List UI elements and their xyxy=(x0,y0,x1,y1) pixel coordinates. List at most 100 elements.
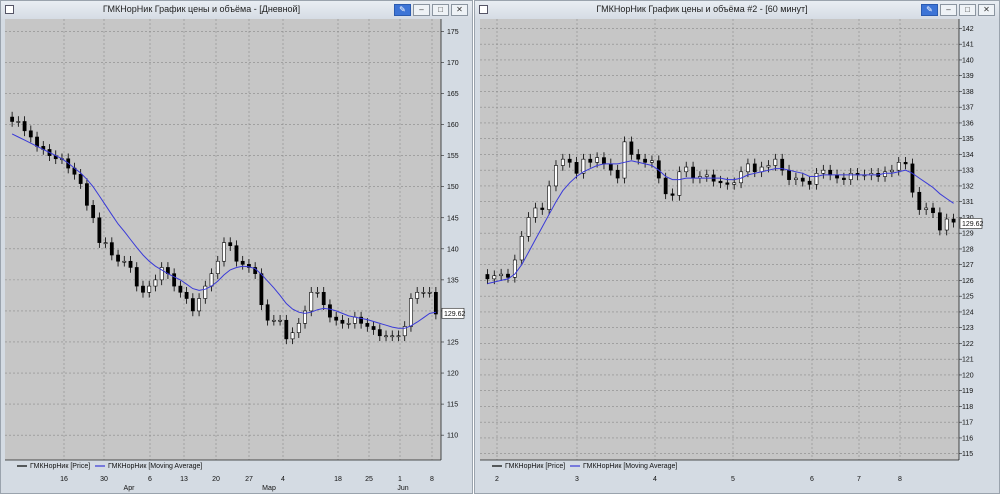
candle-body xyxy=(910,163,915,193)
daily-price-chart[interactable]: 1101151201251301351401451501551601651701… xyxy=(1,1,474,495)
hourly-chart-window: ГМКНорНик График цены и объёма #2 - [60 … xyxy=(474,0,1000,494)
x-day-label: 6 xyxy=(148,476,152,483)
candle-body xyxy=(752,163,757,173)
candle-body xyxy=(22,121,27,132)
candle-body xyxy=(944,218,949,231)
candle-body xyxy=(725,182,730,185)
y-tick-label: 120 xyxy=(962,372,974,379)
y-tick-label: 124 xyxy=(962,309,974,316)
y-tick-label: 140 xyxy=(962,57,974,64)
candle-body xyxy=(506,273,510,278)
candle-body xyxy=(97,217,102,243)
plot-area xyxy=(5,19,441,460)
candle-body xyxy=(16,121,21,123)
y-tick-label: 120 xyxy=(447,371,459,378)
candle-body xyxy=(122,260,127,263)
candle-body xyxy=(209,273,214,287)
x-day-label: 1 xyxy=(398,476,402,483)
candle-body xyxy=(141,285,145,293)
x-day-label: 18 xyxy=(334,476,342,483)
y-tick-label: 117 xyxy=(962,420,973,427)
y-tick-label: 135 xyxy=(962,136,974,143)
candle-body xyxy=(937,212,942,231)
candle-body xyxy=(951,218,956,223)
candle-body xyxy=(636,154,641,160)
candle-body xyxy=(519,236,524,261)
y-tick-label: 125 xyxy=(962,294,974,301)
x-day-label: 5 xyxy=(731,476,735,483)
candle-body xyxy=(309,291,314,312)
x-day-label: 2 xyxy=(495,476,499,483)
candle-body xyxy=(595,157,600,163)
y-tick-label: 140 xyxy=(447,246,459,253)
candle-body xyxy=(588,158,593,163)
candle-body xyxy=(377,329,382,337)
y-tick-label: 134 xyxy=(962,152,974,159)
candle-body xyxy=(265,304,270,321)
candle-body xyxy=(560,158,565,166)
candle-body xyxy=(197,298,201,312)
candle-body xyxy=(540,207,545,210)
candle-body xyxy=(650,160,654,163)
candle-body xyxy=(91,205,96,219)
y-tick-label: 136 xyxy=(962,120,974,127)
candle-body xyxy=(172,273,177,287)
candle-body xyxy=(848,173,853,180)
candle-body xyxy=(828,169,833,176)
candle-body xyxy=(670,193,675,196)
candle-body xyxy=(643,158,647,163)
y-tick-label: 125 xyxy=(447,339,459,346)
plot-area xyxy=(480,19,959,460)
y-tick-label: 160 xyxy=(447,122,459,129)
candle-body xyxy=(807,180,812,185)
x-day-label: 30 xyxy=(100,476,108,483)
candle-body xyxy=(365,323,370,327)
candle-body xyxy=(409,298,413,327)
daily-chart-window: ГМКНорНик График цены и объёма - [Дневно… xyxy=(0,0,473,494)
candle-body xyxy=(732,182,737,185)
candle-body xyxy=(28,130,33,138)
y-tick-label: 133 xyxy=(962,168,974,175)
candle-body xyxy=(615,169,620,179)
x-day-label: 6 xyxy=(810,476,814,483)
candle-body xyxy=(889,169,894,173)
candle-body xyxy=(116,254,120,262)
candle-body xyxy=(533,207,538,218)
legend-label: ГМКНорНик [Price] xyxy=(30,463,90,470)
candle-body xyxy=(396,335,401,338)
candle-body xyxy=(109,242,114,256)
y-tick-label: 135 xyxy=(447,277,459,284)
y-tick-label: 121 xyxy=(962,357,974,364)
candle-body xyxy=(841,177,846,180)
y-tick-label: 137 xyxy=(962,105,974,112)
candle-body xyxy=(203,285,208,299)
candle-body xyxy=(10,116,15,122)
candle-body xyxy=(153,279,158,287)
candle-body xyxy=(346,323,351,325)
last-price-label: 129.62 xyxy=(444,311,466,318)
hourly-price-chart[interactable]: 115 116 117 118 119 120 121 122 123 124 125 126 127 1… xyxy=(475,1,1000,495)
candle-body xyxy=(84,183,89,206)
candle-body xyxy=(371,326,376,330)
candle-body xyxy=(814,173,819,185)
candle-body xyxy=(328,304,332,318)
candle-body xyxy=(794,177,798,180)
candle-body xyxy=(931,207,935,214)
candle-body xyxy=(240,260,245,265)
candle-body xyxy=(340,319,345,324)
candle-body xyxy=(184,291,189,299)
candle-body xyxy=(773,158,778,166)
y-tick-label: 126 xyxy=(962,278,974,285)
candle-body xyxy=(691,166,695,179)
candle-body xyxy=(704,174,709,177)
y-tick-label: 110 xyxy=(447,433,458,440)
x-day-label: 4 xyxy=(653,476,657,483)
x-day-label: 7 xyxy=(857,476,861,483)
candle-body xyxy=(677,171,682,196)
x-day-label: 8 xyxy=(430,476,434,483)
y-tick-label: 139 xyxy=(962,73,974,80)
candle-body xyxy=(134,267,139,287)
y-tick-label: 118 xyxy=(962,404,973,411)
candle-body xyxy=(228,242,233,247)
candle-body xyxy=(499,273,504,277)
